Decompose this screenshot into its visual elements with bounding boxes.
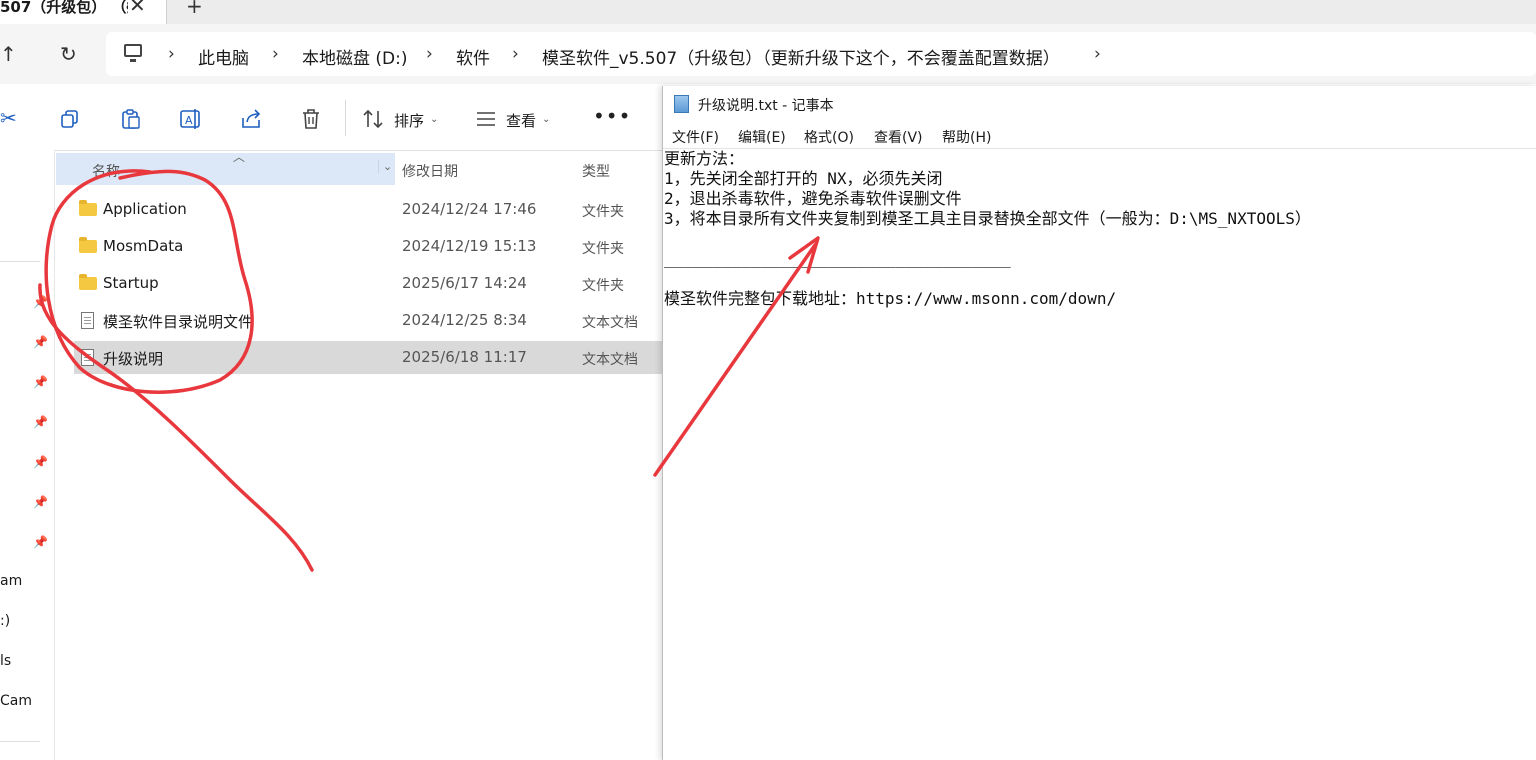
chevron-down-icon[interactable]: ⌄: [542, 114, 550, 125]
column-header-name[interactable]: 名称: [92, 161, 120, 181]
tab-title: 507（升级包） （§: [0, 0, 128, 16]
nav-divider: [0, 261, 40, 262]
breadcrumb-current-folder[interactable]: 模圣软件_v5.507（升级包）（更新升级下这个，不会覆盖配置数据）: [542, 44, 1060, 69]
new-tab-button[interactable]: +: [186, 0, 203, 18]
breadcrumb-separator-icon: ›: [426, 44, 433, 64]
file-name[interactable]: 模圣软件目录说明文件: [103, 311, 253, 332]
file-modified: 2025/6/17 14:24: [402, 274, 527, 292]
nav-item-label[interactable]: ls: [0, 653, 11, 669]
nav-item-label[interactable]: :): [0, 613, 10, 629]
delete-icon[interactable]: [300, 108, 322, 130]
file-type: 文本文档: [582, 352, 638, 368]
file-type: 文本文档: [582, 315, 638, 331]
folder-icon: [79, 237, 97, 253]
file-modified: 2024/12/25 8:34: [402, 311, 527, 329]
notepad-icon: [674, 95, 689, 113]
cut-icon[interactable]: ✂: [0, 106, 17, 130]
menu-format[interactable]: 格式(O): [804, 127, 854, 147]
more-options-icon[interactable]: •••: [593, 104, 631, 128]
breadcrumb-separator-icon: ›: [512, 44, 519, 64]
sort-button[interactable]: 排序: [394, 110, 424, 131]
text-file-icon: [81, 349, 94, 366]
sort-icon[interactable]: [362, 108, 386, 130]
notepad-menubar: [663, 124, 1536, 149]
pin-icon[interactable]: 📌: [33, 495, 48, 509]
sort-ascending-icon: ︿: [233, 150, 246, 164]
notepad-title: 升级说明.txt - 记事本: [698, 98, 834, 114]
menu-edit[interactable]: 编辑(E): [738, 127, 786, 147]
pin-icon[interactable]: 📌: [33, 455, 48, 469]
folder-icon: [79, 200, 97, 216]
view-button[interactable]: 查看: [506, 110, 536, 131]
file-name[interactable]: Application: [103, 200, 187, 218]
file-modified: 2025/6/18 11:17: [402, 348, 527, 366]
view-icon[interactable]: [475, 110, 497, 128]
menu-view[interactable]: 查看(V): [874, 127, 923, 147]
nav-item-label[interactable]: am: [0, 573, 22, 589]
chevron-down-icon[interactable]: ⌄: [430, 114, 438, 125]
paste-icon[interactable]: [120, 108, 142, 130]
file-type: 文件夹: [582, 241, 624, 257]
file-name[interactable]: Startup: [103, 274, 159, 292]
breadcrumb-this-pc[interactable]: 此电脑: [198, 44, 249, 69]
nav-item-label[interactable]: Cam: [0, 693, 32, 709]
file-type: 文件夹: [582, 204, 624, 220]
share-icon[interactable]: [240, 108, 264, 130]
menu-help[interactable]: 帮助(H): [942, 127, 991, 147]
file-name[interactable]: MosmData: [103, 237, 183, 255]
file-modified: 2024/12/19 15:13: [402, 237, 537, 255]
pin-icon[interactable]: 📌: [33, 295, 48, 309]
pin-icon[interactable]: 📌: [33, 335, 48, 349]
chevron-down-icon[interactable]: ⌄: [378, 160, 392, 173]
breadcrumb-drive-d[interactable]: 本地磁盘 (D:): [302, 44, 408, 69]
svg-text:A: A: [185, 114, 193, 127]
breadcrumb-expand-icon[interactable]: ›: [1094, 44, 1101, 64]
rename-icon[interactable]: A: [179, 108, 203, 130]
text-file-icon: [81, 312, 94, 329]
computer-icon: [124, 44, 142, 62]
column-header-modified[interactable]: 修改日期: [402, 161, 458, 181]
folder-icon: [79, 274, 97, 290]
file-modified: 2024/12/24 17:46: [402, 200, 537, 218]
menu-file[interactable]: 文件(F): [672, 127, 719, 147]
file-row[interactable]: [74, 267, 662, 300]
breadcrumb-separator-icon: ›: [168, 44, 175, 64]
command-bar: [0, 88, 662, 151]
column-header-type[interactable]: 类型: [582, 161, 610, 181]
breadcrumb-software[interactable]: 软件: [456, 44, 490, 69]
notepad-text-area[interactable]: 更新方法： 1，先关闭全部打开的 NX，必须先关闭 2，退出杀毒软件，避免杀毒软…: [664, 149, 1532, 759]
tab-strip: [0, 0, 1536, 24]
nav-divider: [0, 741, 40, 742]
pin-icon[interactable]: 📌: [33, 375, 48, 389]
file-name[interactable]: 升级说明: [103, 348, 163, 369]
close-tab-icon[interactable]: ✕: [129, 0, 146, 17]
file-type: 文件夹: [582, 278, 624, 294]
up-arrow-icon[interactable]: ↑: [0, 42, 17, 66]
copy-icon[interactable]: [60, 109, 82, 129]
pin-icon[interactable]: 📌: [33, 535, 48, 549]
refresh-icon[interactable]: ↻: [60, 42, 77, 66]
tab-active[interactable]: 507（升级包） （§ ✕: [0, 0, 167, 24]
toolbar-divider: [345, 100, 346, 136]
breadcrumb-separator-icon: ›: [272, 44, 279, 64]
pin-icon[interactable]: 📌: [33, 415, 48, 429]
